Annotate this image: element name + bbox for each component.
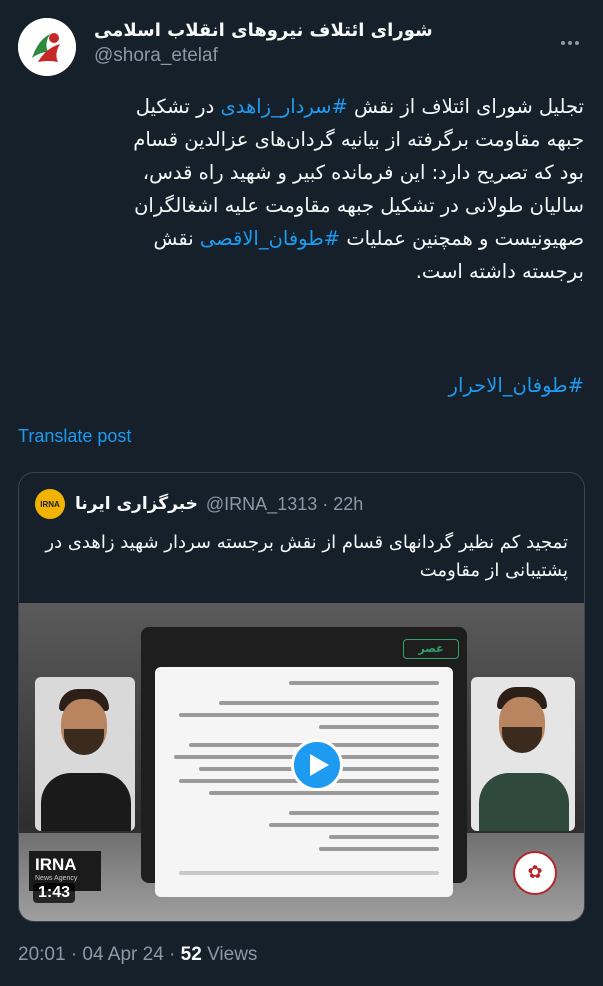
video-duration: 1:43 bbox=[33, 883, 76, 903]
hashtag-link[interactable]: #سردار_زاهدی bbox=[220, 95, 347, 118]
speaker-right-panel bbox=[471, 677, 575, 831]
quoted-header: IRNA خبرگزاری ایرنا @IRNA_1313 · 22h bbox=[35, 489, 568, 519]
play-button[interactable] bbox=[291, 739, 343, 791]
tweet-line: سالیان طولانی در تشکیل جبهه مقاومت علیه … bbox=[134, 194, 584, 217]
quoted-tweet[interactable]: IRNA خبرگزاری ایرنا @IRNA_1313 · 22h تمج… bbox=[18, 472, 585, 922]
views-count[interactable]: 52 bbox=[181, 944, 202, 965]
program-logo-icon: ✿ bbox=[513, 851, 557, 895]
display-name[interactable]: شورای ائتلاف نیروهای انقلاب اسلامی bbox=[94, 20, 534, 41]
tweet-line: تجلیل شورای ائتلاف از نقش #سردار_زاهدی د… bbox=[135, 95, 584, 118]
tweet-header: شورای ائتلاف نیروهای انقلاب اسلامی @shor… bbox=[0, 14, 603, 78]
hashtag-link[interactable]: #طوفان_الاقصی bbox=[200, 227, 340, 250]
video-thumbnail[interactable]: عصر IRNA News Agency 1:43 ✿ bbox=[19, 603, 584, 921]
views-label: Views bbox=[201, 944, 258, 965]
play-icon bbox=[310, 754, 329, 776]
translate-post-link[interactable]: Translate post bbox=[18, 426, 131, 447]
quoted-display-name[interactable]: خبرگزاری ایرنا bbox=[75, 494, 198, 514]
tweet-line: برجسته داشته است. bbox=[415, 260, 584, 283]
more-dots-icon bbox=[561, 41, 565, 45]
quoted-avatar[interactable]: IRNA bbox=[35, 489, 65, 519]
quoted-handle[interactable]: @IRNA_1313 · 22h bbox=[206, 494, 363, 515]
more-options-button[interactable] bbox=[555, 28, 585, 58]
tweet-line: بود که تصریح دارد: این فرمانده کبیر و شه… bbox=[142, 161, 584, 184]
tweet-line: جبهه مقاومت برگرفته از بیانیه گردان‌های … bbox=[133, 128, 584, 151]
tweet-line: صهیونیست و همچنین عملیات #طوفان_الاقصی ن… bbox=[153, 227, 584, 250]
account-names[interactable]: شورای ائتلاف نیروهای انقلاب اسلامی @shor… bbox=[94, 20, 534, 67]
tweet-meta: 20:01 · 04 Apr 24 · 52 Views bbox=[18, 944, 257, 966]
channel-tag: عصر bbox=[403, 639, 459, 659]
user-handle[interactable]: @shora_etelaf bbox=[94, 45, 534, 67]
quoted-text: تمجید کم نظیر گردانهای قسام از نقش برجست… bbox=[45, 532, 568, 581]
tweet-text: تجلیل شورای ائتلاف از نقش #سردار_زاهدی د… bbox=[18, 90, 584, 288]
timestamp[interactable]: 20:01 · 04 Apr 24 · bbox=[18, 944, 181, 965]
speaker-left-panel bbox=[35, 677, 135, 831]
hashtag-link[interactable]: #طوفان_الاحرار bbox=[449, 374, 584, 397]
avatar[interactable] bbox=[18, 18, 76, 76]
